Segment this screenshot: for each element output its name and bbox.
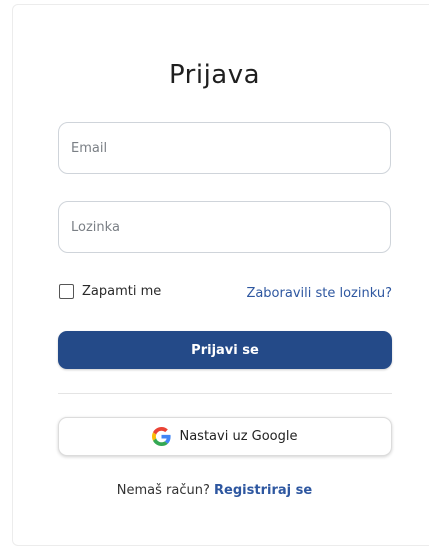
remember-me[interactable]: Zapamti me — [59, 284, 161, 299]
google-login-button[interactable]: Nastavi uz Google — [58, 417, 392, 456]
forgot-password-link[interactable]: Zaboravili ste lozinku? — [246, 286, 392, 301]
password-input[interactable] — [59, 202, 390, 252]
google-login-label: Nastavi uz Google — [179, 429, 298, 444]
signup-prompt: Nemaš račun? Registriraj se — [0, 483, 429, 498]
page-title: Prijava — [168, 60, 261, 90]
email-input[interactable] — [59, 123, 390, 173]
google-icon — [152, 427, 172, 446]
email-field-wrapper — [58, 122, 391, 174]
password-field-wrapper — [58, 201, 391, 253]
no-account-text: Nemaš račun? — [116, 483, 210, 498]
register-link[interactable]: Registriraj se — [214, 483, 312, 498]
remember-me-checkbox[interactable] — [59, 284, 74, 299]
login-button[interactable]: Prijavi se — [58, 331, 392, 369]
divider — [58, 393, 392, 394]
remember-me-label: Zapamti me — [82, 284, 162, 299]
